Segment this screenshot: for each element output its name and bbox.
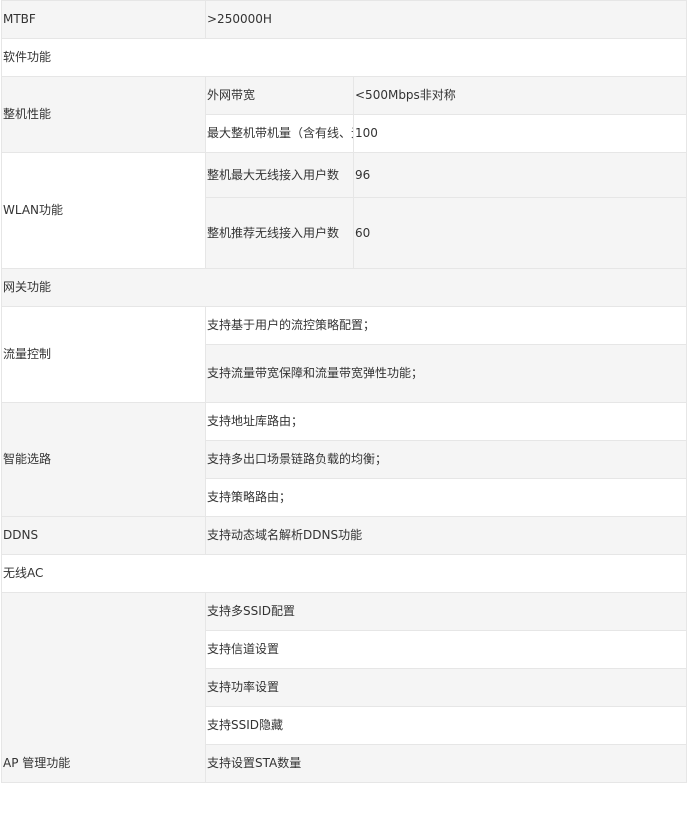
section-header: 网关功能: [0, 268, 688, 307]
row-value: 支持设置STA数量: [204, 744, 688, 783]
row-label: AP 管理功能: [1, 592, 206, 783]
spec-table: MTBF >250000H 软件功能 整机性能 外网带宽 <500Mbps非对称…: [0, 0, 688, 783]
sub-label: 整机推荐无线接入用户数: [205, 197, 354, 269]
row-label: 智能选路: [1, 402, 206, 517]
row-label: MTBF: [1, 0, 206, 39]
row-label: 整机性能: [1, 76, 206, 153]
row-value: 支持功率设置: [204, 668, 688, 707]
sub-label: 最大整机带机量（含有线、无线）: [205, 114, 354, 153]
row-label: 流量控制: [1, 306, 206, 403]
row-value: 支持多出口场景链路负载的均衡；: [204, 440, 688, 479]
section-header-row: 无线AC: [0, 554, 688, 593]
sub-label: 整机最大无线接入用户数: [205, 152, 354, 198]
sub-label: 外网带宽: [205, 76, 354, 115]
section-header: 无线AC: [0, 554, 688, 593]
row-value: 支持SSID隐藏: [204, 706, 688, 745]
table-row: MTBF >250000H: [1, 0, 688, 39]
table-row: 流量控制 支持基于用户的流控策略配置；: [1, 306, 688, 403]
sub-value: 96: [352, 152, 688, 198]
row-label: WLAN功能: [1, 152, 206, 269]
table-row: WLAN功能 整机最大无线接入用户数 96: [1, 152, 688, 269]
row-value: 支持策略路由；: [204, 478, 688, 517]
table-row: 智能选路 支持地址库路由；: [1, 402, 688, 517]
row-value: 支持流量带宽保障和流量带宽弹性功能；: [204, 344, 688, 403]
section-header-row: 软件功能: [0, 38, 688, 77]
section-header-row: 网关功能: [0, 268, 688, 307]
sub-value: 60: [352, 197, 688, 269]
section-header: 软件功能: [0, 38, 688, 77]
row-value: 支持多SSID配置: [204, 592, 688, 631]
row-value: >250000H: [204, 0, 688, 39]
row-value: 支持信道设置: [204, 630, 688, 669]
sub-value: <500Mbps非对称: [352, 76, 688, 115]
table-row: AP 管理功能 支持多SSID配置: [1, 592, 688, 783]
row-value: 支持地址库路由；: [204, 402, 688, 441]
row-value: 支持基于用户的流控策略配置；: [204, 306, 688, 345]
row-label: DDNS: [1, 516, 206, 555]
row-value: 支持动态域名解析DDNS功能: [204, 516, 688, 555]
table-row: DDNS 支持动态域名解析DDNS功能: [1, 516, 688, 555]
sub-value: 100: [352, 114, 688, 153]
table-row: 整机性能 外网带宽 <500Mbps非对称: [1, 76, 688, 153]
